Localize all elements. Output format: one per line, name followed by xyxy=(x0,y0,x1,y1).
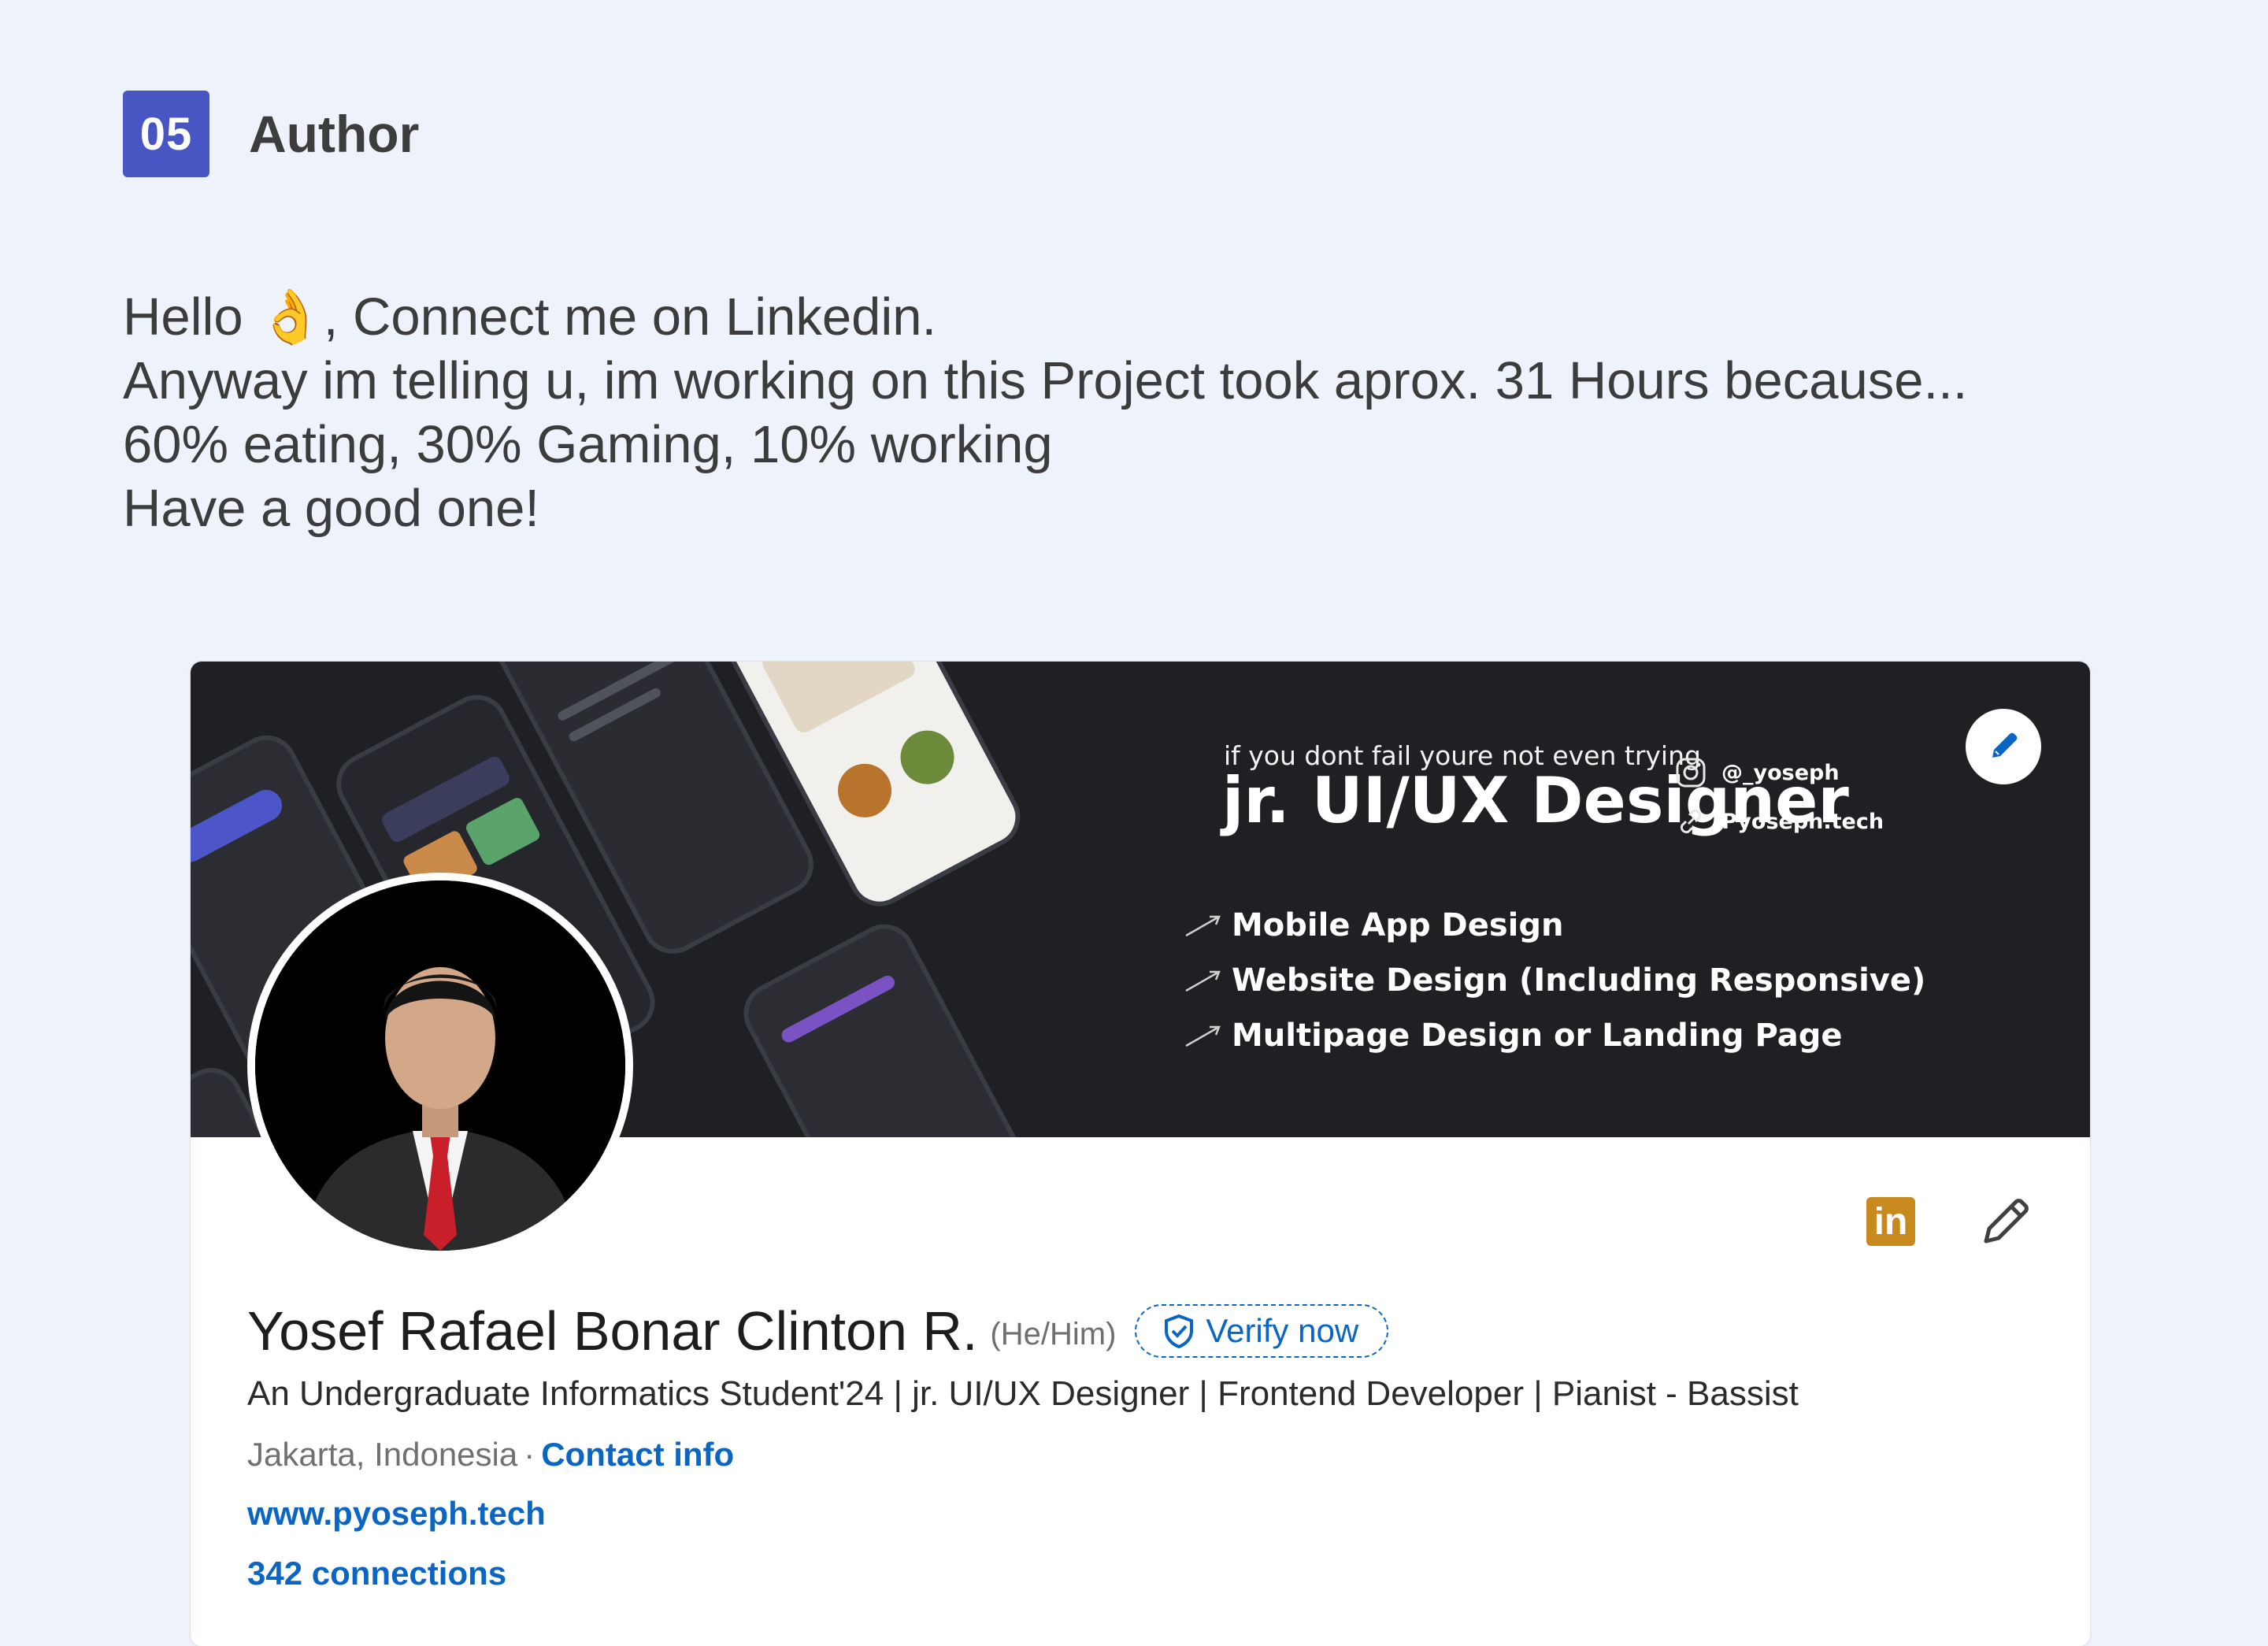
banner-services-list: Mobile App Design Website Design (Includ… xyxy=(1184,898,1925,1063)
profile-name-row: Yosef Rafael Bonar Clinton R. (He/Him) V… xyxy=(247,1299,1389,1362)
instagram-icon xyxy=(1673,754,1709,791)
edit-banner-button[interactable] xyxy=(1966,709,2041,784)
separator-dot: · xyxy=(524,1436,536,1473)
edit-pencil-icon xyxy=(1992,732,2018,758)
intro-line: Have a good one! xyxy=(123,479,539,538)
arrow-icon xyxy=(1185,915,1221,937)
linkedin-profile-card: if you dont fail youre not even trying j… xyxy=(191,662,2090,1646)
profile-location: Jakarta, Indonesia xyxy=(247,1436,518,1473)
service-item: Multipage Design or Landing Page xyxy=(1184,1008,1925,1063)
avatar-photo xyxy=(255,880,625,1251)
connections-link[interactable]: 342 connections xyxy=(247,1555,506,1592)
verify-now-button[interactable]: Verify now xyxy=(1135,1304,1389,1358)
service-label: Mobile App Design xyxy=(1232,907,1564,943)
profile-avatar[interactable] xyxy=(247,873,633,1259)
shield-check-icon xyxy=(1165,1314,1194,1348)
social-label: @_yoseph xyxy=(1721,760,1840,785)
service-item: Website Design (Including Responsive) xyxy=(1184,953,1925,1008)
social-label: Pyoseph.tech xyxy=(1721,809,1884,834)
social-instagram: @_yoseph xyxy=(1673,748,1884,797)
intro-line: 60% eating, 30% Gaming, 10% working xyxy=(123,415,1053,474)
profile-headline: An Undergraduate Informatics Student'24 … xyxy=(247,1374,1799,1413)
profile-pronouns: (He/Him) xyxy=(990,1316,1117,1351)
profile-location-row: Jakarta, Indonesia · Contact info xyxy=(247,1436,734,1474)
service-label: Multipage Design or Landing Page xyxy=(1232,1018,1843,1054)
intro-text: Hello 👌, Connect me on Linkedin. Anyway … xyxy=(123,285,1967,540)
linkedin-icon[interactable]: in xyxy=(1866,1197,1915,1246)
service-item: Mobile App Design xyxy=(1184,898,1925,953)
arrow-icon xyxy=(1185,970,1221,992)
arrow-icon xyxy=(1185,1025,1221,1047)
link-icon xyxy=(1673,803,1709,840)
section-number-badge: 05 xyxy=(123,91,209,177)
social-website: Pyoseph.tech xyxy=(1673,797,1884,846)
section-header: 05 Author xyxy=(123,91,419,177)
section-title: Author xyxy=(249,105,420,163)
banner-socials: @_yoseph Pyoseph.tech xyxy=(1673,748,1884,846)
pencil-icon[interactable] xyxy=(1978,1194,2033,1249)
website-link[interactable]: www.pyoseph.tech xyxy=(247,1495,546,1533)
intro-line: Anyway im telling u, im working on this … xyxy=(123,351,1968,410)
verify-label: Verify now xyxy=(1206,1312,1359,1349)
contact-info-link[interactable]: Contact info xyxy=(541,1436,734,1473)
service-label: Website Design (Including Responsive) xyxy=(1232,962,1926,999)
profile-name: Yosef Rafael Bonar Clinton R. xyxy=(247,1300,978,1362)
intro-line: Hello 👌, Connect me on Linkedin. xyxy=(123,287,937,347)
